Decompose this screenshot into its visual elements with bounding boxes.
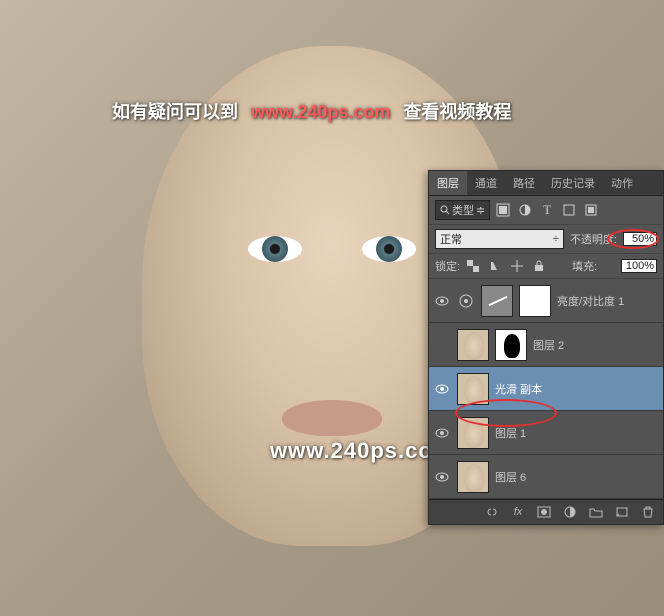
search-icon xyxy=(440,205,450,215)
layer-thumbnail xyxy=(457,417,489,449)
layers-bottom-bar: fx xyxy=(429,499,663,524)
tab-paths[interactable]: 路径 xyxy=(505,171,543,195)
watermark-text-right: 查看视频教程 xyxy=(403,102,511,122)
photo-eye-left xyxy=(248,236,302,262)
fill-label: 填充: xyxy=(572,258,597,274)
visibility-toggle[interactable] xyxy=(433,468,451,486)
layer-row[interactable]: 图层 6 xyxy=(429,455,663,499)
link-layers-icon[interactable] xyxy=(483,504,501,520)
tab-channels[interactable]: 通道 xyxy=(467,171,505,195)
layer-name[interactable]: 图层 6 xyxy=(495,469,659,485)
filter-smart-icon[interactable] xyxy=(582,201,600,219)
visibility-toggle[interactable] xyxy=(433,336,451,354)
tab-actions[interactable]: 动作 xyxy=(603,171,641,195)
layer-row[interactable]: 图层 2 xyxy=(429,323,663,367)
tab-layers[interactable]: 图层 xyxy=(429,171,467,195)
layer-thumbnail xyxy=(457,373,489,405)
layer-name[interactable]: 光滑 副本 xyxy=(495,381,659,397)
eye-icon xyxy=(435,296,449,306)
add-mask-icon[interactable] xyxy=(535,504,553,520)
layer-row[interactable]: 亮度/对比度 1 xyxy=(429,279,663,323)
layer-kind-filter[interactable]: 类型 ≑ xyxy=(435,200,490,220)
blend-mode-value: 正常 xyxy=(440,231,462,247)
visibility-toggle[interactable] xyxy=(433,424,451,442)
layer-name[interactable]: 亮度/对比度 1 xyxy=(557,293,659,309)
layers-panel: 图层 通道 路径 历史记录 动作 类型 ≑ T 正常 ÷ 不透明度: 50% 锁… xyxy=(428,170,664,525)
filter-type-icon[interactable]: T xyxy=(538,201,556,219)
layer-thumbnail xyxy=(481,285,513,317)
opacity-value[interactable]: 50% xyxy=(623,232,657,246)
lock-position-icon[interactable] xyxy=(508,257,526,275)
lock-all-icon[interactable] xyxy=(530,257,548,275)
new-group-icon[interactable] xyxy=(587,504,605,520)
photo-lips xyxy=(282,400,382,436)
layer-thumbnail xyxy=(457,329,489,361)
opacity-label: 不透明度: xyxy=(570,231,617,247)
blend-mode-select[interactable]: 正常 ÷ xyxy=(435,229,564,249)
lock-row: 锁定: 填充: 100% xyxy=(429,254,663,279)
layer-name[interactable]: 图层 1 xyxy=(495,425,659,441)
layer-thumbnail xyxy=(457,461,489,493)
layer-mask-thumbnail xyxy=(519,285,551,317)
filter-pixel-icon[interactable] xyxy=(494,201,512,219)
filter-adjustment-icon[interactable] xyxy=(516,201,534,219)
lock-label: 锁定: xyxy=(435,258,460,274)
watermark-top: 如有疑问可以到 www.240ps.com 查看视频教程 xyxy=(112,98,511,124)
filter-row: 类型 ≑ T xyxy=(429,196,663,225)
chevron-updown-icon: ÷ xyxy=(553,233,559,245)
visibility-toggle[interactable] xyxy=(433,292,451,310)
tab-history[interactable]: 历史记录 xyxy=(543,171,603,195)
layer-row-selected[interactable]: 光滑 副本 xyxy=(429,367,663,411)
layer-row[interactable]: 图层 1 xyxy=(429,411,663,455)
adjustment-icon xyxy=(457,292,475,310)
watermark-text-left: 如有疑问可以到 xyxy=(112,102,238,122)
watermark-url: www.240ps.com xyxy=(243,102,398,122)
layer-style-icon[interactable]: fx xyxy=(509,504,527,520)
visibility-toggle[interactable] xyxy=(433,380,451,398)
lock-transparency-icon[interactable] xyxy=(464,257,482,275)
eye-icon xyxy=(435,384,449,394)
blend-row: 正常 ÷ 不透明度: 50% xyxy=(429,225,663,254)
panel-tabs: 图层 通道 路径 历史记录 动作 xyxy=(429,171,663,196)
lock-image-icon[interactable] xyxy=(486,257,504,275)
layer-name[interactable]: 图层 2 xyxy=(533,337,659,353)
fill-value[interactable]: 100% xyxy=(621,259,657,273)
photo-eye-right xyxy=(362,236,416,262)
new-adjustment-icon[interactable] xyxy=(561,504,579,520)
filter-shape-icon[interactable] xyxy=(560,201,578,219)
watermark-middle: www.240ps.com xyxy=(270,438,453,464)
eye-icon xyxy=(435,428,449,438)
layer-mask-thumbnail xyxy=(495,329,527,361)
kind-label: 类型 xyxy=(452,202,474,218)
eye-icon xyxy=(435,472,449,482)
new-layer-icon[interactable] xyxy=(613,504,631,520)
layers-list: 亮度/对比度 1 图层 2 光滑 副本 图层 1 图层 6 xyxy=(429,279,663,499)
dropdown-arrow-icon: ≑ xyxy=(476,204,485,217)
delete-layer-icon[interactable] xyxy=(639,504,657,520)
